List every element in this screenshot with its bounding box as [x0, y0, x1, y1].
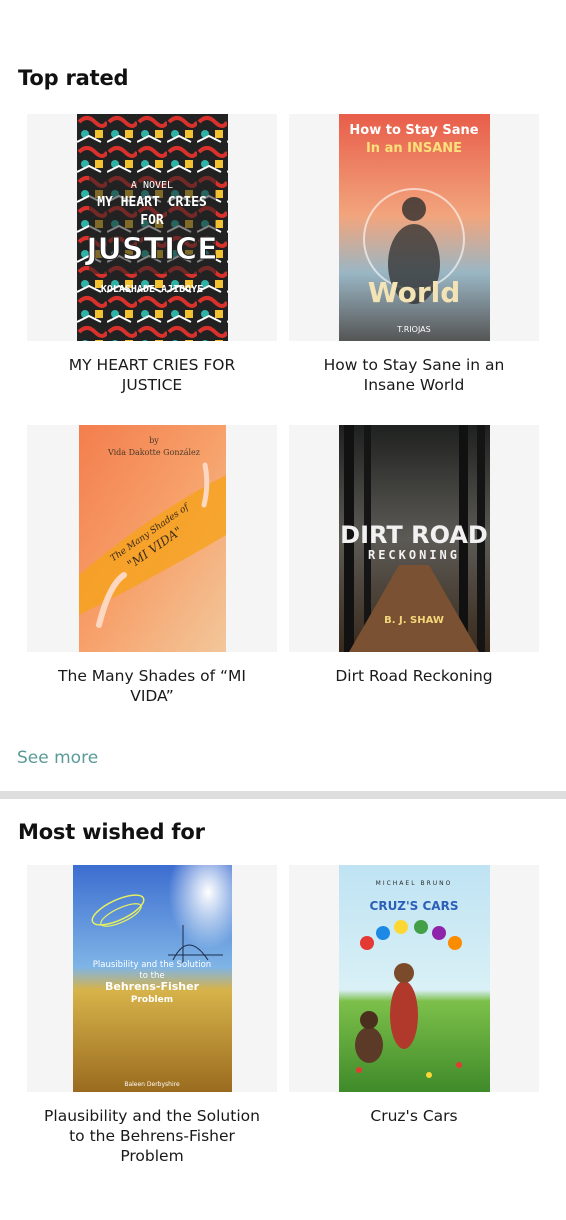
book-cover-many-shades[interactable]: by Vida Dakotte González The Many Shades… — [78, 425, 226, 652]
book-cover-container[interactable]: Plausibility and the Solution to the Beh… — [27, 865, 277, 1092]
svg-text:RECKONING: RECKONING — [367, 548, 459, 562]
svg-text:Vida Dakotte González: Vida Dakotte González — [106, 448, 199, 457]
svg-text:MICHAEL BRUNO: MICHAEL BRUNO — [375, 880, 452, 887]
book-cover-container[interactable]: by Vida Dakotte González The Many Shades… — [27, 425, 277, 652]
svg-text:by: by — [149, 436, 159, 445]
book-card-stay-sane[interactable]: How to Stay Sane In an INSANE World T.RI… — [289, 114, 539, 395]
book-cover-dirt-road[interactable]: DIRT ROAD RECKONING B. J. SHAW — [338, 425, 490, 652]
svg-text:MY HEART CRIES: MY HEART CRIES — [97, 195, 207, 210]
book-cover-my-heart-cries[interactable]: A NOVEL MY HEART CRIES FOR JUSTICE KOLAS… — [76, 114, 228, 341]
most-wished-section: Most wished for Plausibility and the Sol… — [0, 799, 566, 1220]
svg-text:T.RIOJAS: T.RIOJAS — [396, 325, 430, 334]
svg-text:Plausibility and the Solution: Plausibility and the Solution — [92, 960, 210, 970]
svg-text:How to Stay Sane: How to Stay Sane — [349, 123, 478, 138]
section-title-most-wished: Most wished for — [18, 820, 205, 844]
book-cover-behrens-fisher[interactable]: Plausibility and the Solution to the Beh… — [72, 865, 232, 1092]
book-card-dirt-road[interactable]: DIRT ROAD RECKONING B. J. SHAW Dirt Road… — [289, 425, 539, 686]
svg-text:Problem: Problem — [130, 995, 172, 1005]
book-title[interactable]: The Many Shades of “MI VIDA” — [27, 666, 277, 706]
top-rated-section: Top rated A NOVEL MY HEART CRIES FOR JUS… — [0, 0, 566, 791]
book-cover-cruzs-cars[interactable]: MICHAEL BRUNO CRUZ'S CARS — [338, 865, 490, 1092]
book-title[interactable]: Dirt Road Reckoning — [289, 666, 539, 686]
svg-text:B. J. SHAW: B. J. SHAW — [384, 615, 444, 626]
book-cover-container[interactable]: DIRT ROAD RECKONING B. J. SHAW — [289, 425, 539, 652]
book-card-my-heart-cries[interactable]: A NOVEL MY HEART CRIES FOR JUSTICE KOLAS… — [27, 114, 277, 395]
svg-text:DIRT ROAD: DIRT ROAD — [340, 521, 488, 549]
book-title[interactable]: MY HEART CRIES FOR JUSTICE — [27, 355, 277, 395]
svg-text:In an INSANE: In an INSANE — [365, 141, 461, 156]
svg-text:A NOVEL: A NOVEL — [130, 180, 172, 191]
book-title[interactable]: Plausibility and the Solution to the Beh… — [27, 1106, 277, 1166]
svg-text:CRUZ'S CARS: CRUZ'S CARS — [369, 899, 458, 913]
book-cover-stay-sane[interactable]: How to Stay Sane In an INSANE World T.RI… — [338, 114, 490, 341]
svg-text:JUSTICE: JUSTICE — [84, 232, 217, 267]
book-cover-container[interactable]: How to Stay Sane In an INSANE World T.RI… — [289, 114, 539, 341]
svg-text:Behrens-Fisher: Behrens-Fisher — [104, 980, 199, 993]
svg-text:KOLASHADE AJIBOYE: KOLASHADE AJIBOYE — [100, 284, 202, 295]
book-card-behrens-fisher[interactable]: Plausibility and the Solution to the Beh… — [27, 865, 277, 1166]
svg-text:World: World — [367, 276, 460, 309]
see-more-link[interactable]: See more — [17, 748, 98, 768]
section-divider — [0, 791, 566, 799]
svg-text:FOR: FOR — [140, 213, 164, 228]
book-cover-container[interactable]: A NOVEL MY HEART CRIES FOR JUSTICE KOLAS… — [27, 114, 277, 341]
book-card-cruzs-cars[interactable]: MICHAEL BRUNO CRUZ'S CARS Cruz's Cars — [289, 865, 539, 1126]
book-cover-container[interactable]: MICHAEL BRUNO CRUZ'S CARS — [289, 865, 539, 1092]
book-title[interactable]: Cruz's Cars — [289, 1106, 539, 1126]
section-title-top-rated: Top rated — [18, 66, 129, 90]
svg-text:Baleen Derbyshire: Baleen Derbyshire — [124, 1081, 180, 1088]
book-card-many-shades[interactable]: by Vida Dakotte González The Many Shades… — [27, 425, 277, 706]
book-title[interactable]: How to Stay Sane in an Insane World — [289, 355, 539, 395]
